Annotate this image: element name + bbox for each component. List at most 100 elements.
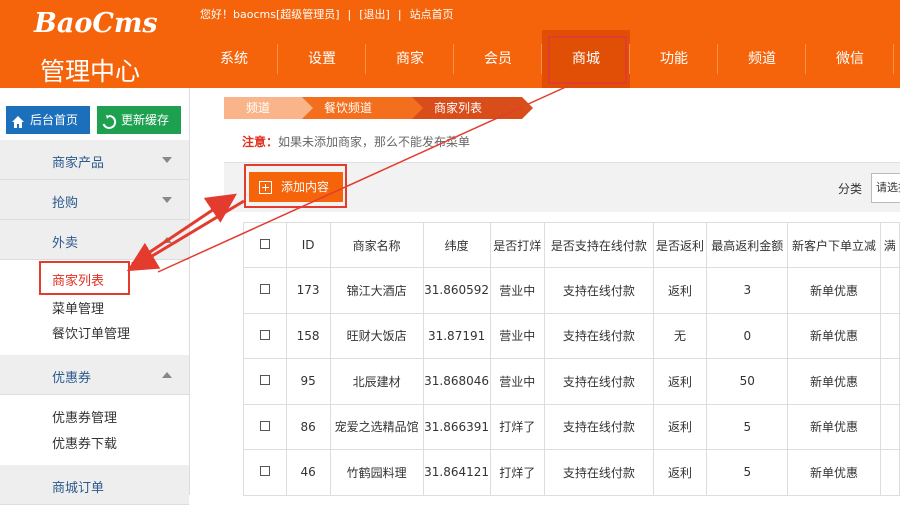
table-cell: 50 <box>706 358 789 405</box>
row-checkbox[interactable] <box>259 375 270 386</box>
sidebar-section-flash-sale[interactable]: 抢购 <box>0 180 189 220</box>
main-nav: 系统 设置 商家 会员 商城 功能 频道 微信 <box>190 30 900 88</box>
chevron-up-icon <box>162 372 172 378</box>
table-cell: 158 <box>285 312 331 359</box>
logout-link[interactable]: [退出] <box>359 8 390 21</box>
column-header: 最高返利金额 <box>706 222 789 268</box>
table-cell: 31.868046 <box>422 358 491 405</box>
section-label: 外卖 <box>52 236 79 251</box>
column-header: 满 <box>879 222 900 268</box>
sidebar-item-food-orders[interactable]: 餐饮订单管理 <box>52 323 130 342</box>
select-all-checkbox[interactable] <box>259 239 270 249</box>
table-cell <box>879 403 900 450</box>
table-row: 173 锦江大酒店 31.860592 营业中 支持在线付款 返利 3 新单优惠 <box>243 267 900 314</box>
sidebar-section-mall-orders[interactable]: 商城订单 <box>0 465 189 505</box>
breadcrumb-merchant-list: 商家列表 <box>412 97 533 119</box>
column-header: ID <box>285 222 331 268</box>
sidebar-item-menu-management[interactable]: 菜单管理 <box>52 298 104 317</box>
table-row: 158 旺财大饭店 31.87191 营业中 支持在线付款无 0 新单优惠 <box>243 312 900 359</box>
table-cell: 31.87191 <box>422 312 491 359</box>
row-select-cell <box>243 312 287 359</box>
table-cell: 46 <box>285 449 331 496</box>
breadcrumb: 频道 餐饮频道 商家列表 <box>224 97 533 119</box>
chevron-down-icon <box>162 197 172 203</box>
table-cell: 支持在线付款 <box>543 403 654 450</box>
table-cell: 新单优惠 <box>787 312 881 359</box>
row-select-cell <box>243 403 287 450</box>
annotation-box-add-content <box>244 164 347 208</box>
table-cell: 新单优惠 <box>787 267 881 314</box>
site-home-link[interactable]: 站点首页 <box>410 8 454 21</box>
column-header: 商家名称 <box>329 222 424 268</box>
separator: | <box>347 8 352 21</box>
breadcrumb-channel[interactable]: 频道 <box>224 97 313 119</box>
top-header: BaoCms 管理中心 您好！baocms[超级管理员] | [退出] | 站点首页 系… <box>0 0 900 88</box>
table-row: 46 竹鹤园料理 31.864121 打烊了 支持在线付款 返利 5 新单优惠 <box>243 449 900 496</box>
logo-text: BaoCms <box>34 8 158 39</box>
table-cell: 旺财大饭店 <box>329 312 424 359</box>
nav-system[interactable]: 系统 <box>190 30 278 88</box>
row-checkbox[interactable] <box>259 420 270 431</box>
category-select[interactable]: 请选择 <box>871 173 900 203</box>
table-cell: 新单优惠 <box>787 403 881 450</box>
separator: | <box>397 8 402 21</box>
select-all-header[interactable] <box>243 222 287 268</box>
chevron-down-icon <box>162 157 172 163</box>
nav-settings[interactable]: 设置 <box>278 30 366 88</box>
table-cell <box>879 267 900 314</box>
table-cell: 营业中 <box>489 267 545 314</box>
table-cell: 支持在线付款 <box>543 449 654 496</box>
row-checkbox[interactable] <box>259 466 270 477</box>
table-cell: 3 <box>706 267 789 314</box>
table-cell: 支持在线付款 <box>543 312 654 359</box>
nav-wechat[interactable]: 微信 <box>806 30 894 88</box>
table-cell <box>879 312 900 359</box>
table-cell: 0 <box>706 312 789 359</box>
table-cell: 31.864121 <box>422 449 491 496</box>
row-select-cell <box>243 358 287 405</box>
annotation-box-merchant-list <box>39 261 130 295</box>
row-checkbox[interactable] <box>259 284 270 295</box>
category-filter-label: 分类 <box>838 182 863 196</box>
nav-channel[interactable]: 频道 <box>718 30 806 88</box>
table-cell: 86 <box>285 403 331 450</box>
table-cell: 营业中 <box>489 358 545 405</box>
section-label: 商城订单 <box>52 481 105 496</box>
user-bar: 您好！baocms[超级管理员] | [退出] | 站点首页 <box>200 6 462 22</box>
admin-home-button[interactable]: 后台首页 <box>6 106 90 134</box>
section-label: 优惠券 <box>52 371 92 386</box>
sidebar-item-coupon-management[interactable]: 优惠券管理 <box>52 407 117 426</box>
table-row: 86 宠爱之选精品馆 31.866391 打烊了 支持在线付款 返利 5 新单优惠 <box>243 403 900 450</box>
row-select-cell <box>243 267 287 314</box>
merchant-table: ID 商家名称 纬度 是否打烊 是否支持在线付款 是否返利 最高返利金额 新客户… <box>243 222 900 496</box>
admin-center-title: 管理中心 <box>40 57 141 86</box>
nav-function[interactable]: 功能 <box>630 30 718 88</box>
table-cell: 锦江大酒店 <box>329 267 424 314</box>
sidebar-section-coupon[interactable]: 优惠券 <box>0 355 189 395</box>
table-cell <box>879 358 900 405</box>
notice-label: 注意： <box>242 135 279 149</box>
row-checkbox[interactable] <box>259 329 270 340</box>
table-cell: 北辰建材 <box>329 358 424 405</box>
table-cell: 打烊了 <box>489 449 545 496</box>
notice: 注意：如果未添加商家，那么不能发布菜单 <box>242 133 470 150</box>
sidebar-item-coupon-download[interactable]: 优惠券下载 <box>52 433 117 452</box>
nav-merchant[interactable]: 商家 <box>366 30 454 88</box>
chevron-up-icon <box>162 237 172 243</box>
table-cell: 31.860592 <box>422 267 491 314</box>
refresh-cache-label: 更新缓存 <box>121 113 170 127</box>
refresh-icon <box>101 112 117 129</box>
nav-member[interactable]: 会员 <box>454 30 542 88</box>
sidebar-section-merchant-products[interactable]: 商家产品 <box>0 140 189 180</box>
row-select-cell <box>243 449 287 496</box>
table-cell: 竹鹤园料理 <box>329 449 424 496</box>
table-cell: 5 <box>706 403 789 450</box>
table-cell: 支持在线付款 <box>543 267 654 314</box>
table-cell: 95 <box>285 358 331 405</box>
refresh-cache-button[interactable]: 更新缓存 <box>97 106 181 134</box>
sidebar-section-takeout[interactable]: 外卖 <box>0 220 189 260</box>
breadcrumb-food-channel[interactable]: 餐饮频道 <box>302 97 423 119</box>
table-cell: 返利 <box>652 267 708 314</box>
table-cell: 无 <box>652 312 708 359</box>
table-cell: 返利 <box>652 403 708 450</box>
